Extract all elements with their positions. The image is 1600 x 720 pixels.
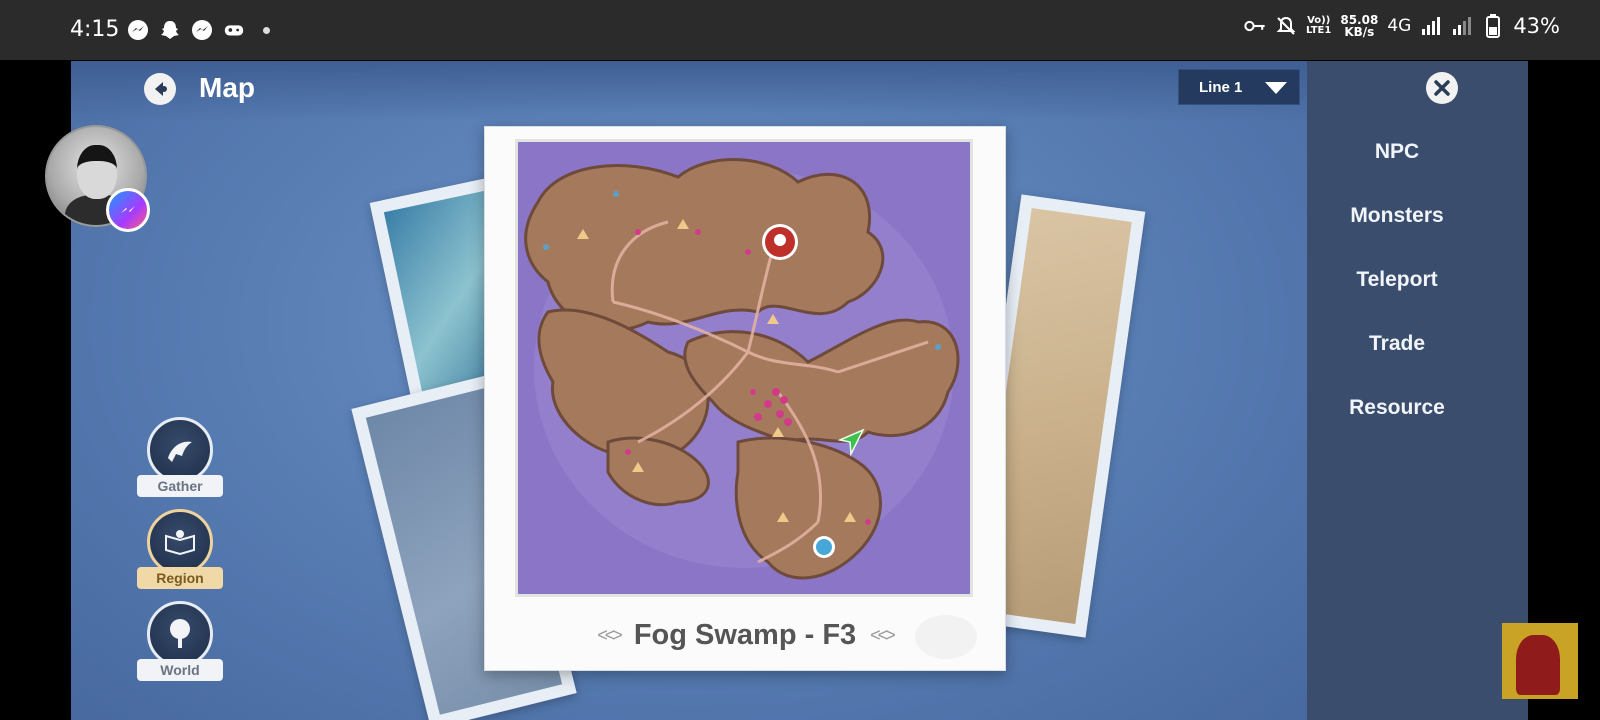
world-tree-icon <box>147 601 213 667</box>
more-notifications-dot <box>263 26 270 34</box>
signal-icon <box>1420 15 1442 37</box>
filter-trade[interactable]: Trade <box>1307 332 1487 356</box>
category-gather-button[interactable]: Gather <box>137 417 227 507</box>
floating-app-thumbnail[interactable] <box>1502 623 1578 699</box>
prev-region-arrow-icon[interactable]: <<> <box>597 625 622 646</box>
system-status: Vo)) LTE1 85.08 KB/s 4G 43% <box>1244 14 1560 38</box>
notification-icons <box>127 19 270 41</box>
chevron-down-icon <box>1265 82 1287 94</box>
bell-muted-icon <box>1275 15 1297 37</box>
network-type: 4G <box>1387 16 1412 36</box>
filter-side-panel: NPC Monsters Teleport Trade Resource <box>1307 61 1528 720</box>
filter-monsters[interactable]: Monsters <box>1307 204 1487 228</box>
region-map-card[interactable]: <<> Fog Swamp - F3 <<> <box>484 126 1006 671</box>
filter-resource[interactable]: Resource <box>1307 396 1487 420</box>
category-region-label: Region <box>137 567 223 589</box>
filter-npc[interactable]: NPC <box>1307 140 1487 164</box>
battery-icon <box>1482 14 1504 38</box>
line-select-value: Line 1 <box>1199 78 1243 96</box>
category-gather-label: Gather <box>137 475 223 497</box>
gather-hand-icon <box>147 417 213 483</box>
next-region-arrow-icon[interactable]: <<> <box>870 625 895 646</box>
back-button[interactable] <box>144 73 176 105</box>
region-book-icon <box>147 509 213 575</box>
region-map-image[interactable] <box>515 139 973 597</box>
map-screen: Map Line 1 <<> Fog Swamp - F3 <<> Gather… <box>71 61 1307 720</box>
category-world-button[interactable]: World <box>137 601 227 691</box>
signal-icon-2 <box>1451 15 1473 37</box>
fog-decoration <box>915 615 977 659</box>
messenger-icon <box>127 19 149 41</box>
battery-percent: 43% <box>1513 14 1560 38</box>
snapchat-icon <box>159 19 181 41</box>
status-time: 4:15 <box>70 17 120 42</box>
filter-teleport[interactable]: Teleport <box>1307 268 1487 292</box>
status-bar: 4:15 Vo)) LTE1 85.08 KB/s 4G 43% <box>0 0 1600 60</box>
network-speed: 85.08 KB/s <box>1340 13 1379 39</box>
close-button[interactable] <box>1426 72 1458 104</box>
messenger-icon-2 <box>191 19 213 41</box>
messenger-badge-icon <box>106 188 150 232</box>
page-title: Map <box>199 72 255 103</box>
line-select-dropdown[interactable]: Line 1 <box>1178 69 1300 105</box>
back-arrow-icon <box>155 82 167 96</box>
volte-indicator: Vo)) LTE1 <box>1306 15 1332 36</box>
close-icon <box>1434 80 1450 96</box>
category-region-button[interactable]: Region <box>137 509 227 599</box>
key-icon <box>1244 15 1266 37</box>
game-controller-icon <box>223 19 245 41</box>
region-name: Fog Swamp - F3 <box>633 619 857 651</box>
category-world-label: World <box>137 659 223 681</box>
